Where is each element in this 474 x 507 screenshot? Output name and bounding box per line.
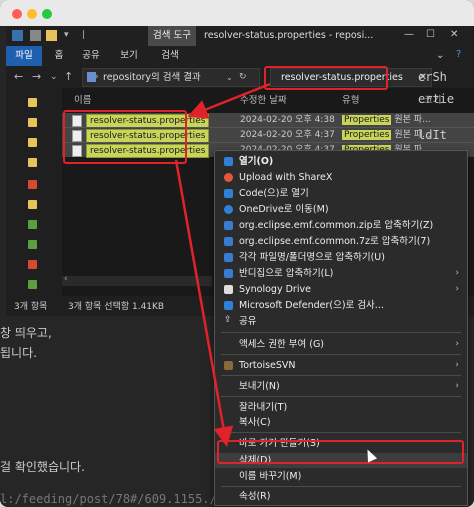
- arrow-search-to-files: [187, 82, 271, 119]
- app-window: ▾ | 검색 도구 resolver-status.properties - r…: [0, 0, 474, 507]
- arrow-files-to-delete: [174, 159, 234, 447]
- annotation-arrows: [174, 82, 271, 447]
